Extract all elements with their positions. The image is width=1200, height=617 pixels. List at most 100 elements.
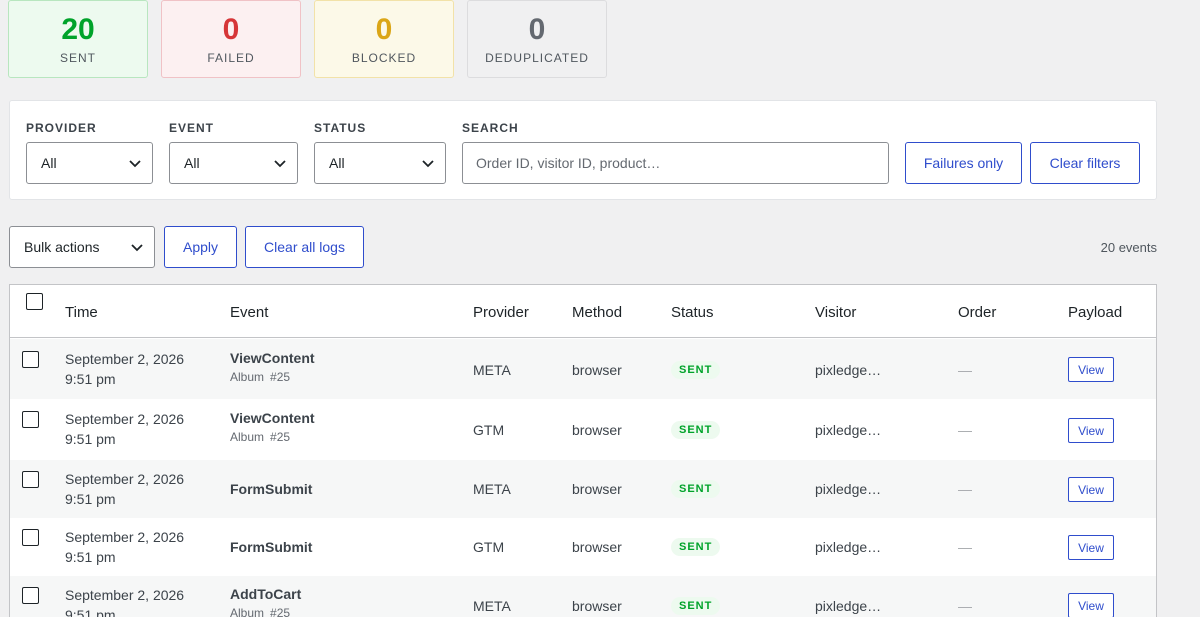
- row-order: —: [958, 539, 972, 555]
- row-checkbox[interactable]: [22, 411, 39, 428]
- table-row[interactable]: September 2, 2026 9:51 pm FormSubmit MET…: [10, 460, 1156, 518]
- event-select-value: All: [184, 155, 200, 171]
- stat-blocked-label: BLOCKED: [351, 51, 417, 65]
- event-object: Album: [230, 430, 265, 444]
- stat-sent-label: SENT: [59, 51, 96, 65]
- event-ref: #25: [270, 430, 291, 444]
- event-filter: EVENT All: [169, 121, 298, 184]
- row-checkbox[interactable]: [22, 529, 39, 546]
- row-visitor: pixledge…: [815, 481, 882, 497]
- row-checkbox[interactable]: [22, 351, 39, 368]
- row-checkbox[interactable]: [22, 587, 39, 604]
- stat-card-deduplicated[interactable]: 0 DEDUPLICATED: [467, 0, 607, 78]
- row-visitor: pixledge…: [815, 598, 882, 614]
- event-name: FormSubmit: [230, 481, 313, 497]
- event-log-page: 20 SENT 0 FAILED 0 BLOCKED 0 DEDUPLICATE…: [0, 0, 1200, 617]
- row-event: FormSubmit: [230, 481, 312, 497]
- row-date: September 2, 2026: [65, 471, 185, 487]
- row-provider: GTM: [473, 422, 505, 438]
- table-row[interactable]: September 2, 2026 9:51 pm ViewContent Al…: [10, 400, 1156, 459]
- event-subject: Album #25: [230, 430, 315, 444]
- clear-filters-button[interactable]: Clear filters: [1030, 142, 1140, 184]
- stat-deduplicated-value: 0: [528, 13, 546, 46]
- row-event: FormSubmit: [230, 539, 312, 555]
- col-visitor[interactable]: Visitor: [815, 304, 856, 321]
- row-date: September 2, 2026: [65, 351, 185, 367]
- row-time: September 2, 2026 9:51 pm: [65, 585, 184, 617]
- event-subject: Album #25: [230, 606, 301, 617]
- view-payload-button[interactable]: View: [1068, 418, 1114, 443]
- stat-blocked-value: 0: [375, 13, 393, 46]
- row-clock: 9:51 pm: [65, 431, 116, 447]
- col-method[interactable]: Method: [572, 304, 622, 321]
- chevron-down-icon: [131, 244, 143, 252]
- failures-only-button[interactable]: Failures only: [905, 142, 1022, 184]
- col-status[interactable]: Status: [671, 304, 714, 321]
- events-table: Time Event Provider Method Status Visito…: [9, 284, 1157, 617]
- bulk-actions-select[interactable]: Bulk actions: [9, 226, 155, 268]
- row-status: SENT: [671, 360, 721, 379]
- event-select[interactable]: All: [169, 142, 298, 184]
- stats-bar: 20 SENT 0 FAILED 0 BLOCKED 0 DEDUPLICATE…: [8, 0, 607, 78]
- table-row[interactable]: September 2, 2026 9:51 pm FormSubmit GTM…: [10, 519, 1156, 575]
- view-payload-button[interactable]: View: [1068, 357, 1114, 382]
- event-subject: Album #25: [230, 370, 315, 384]
- chevron-down-icon: [422, 160, 434, 168]
- search-input[interactable]: [462, 142, 889, 184]
- status-badge: SENT: [671, 480, 721, 498]
- row-provider: GTM: [473, 539, 505, 555]
- row-date: September 2, 2026: [65, 529, 185, 545]
- col-payload[interactable]: Payload: [1068, 304, 1122, 321]
- bulk-actions-value: Bulk actions: [24, 239, 100, 255]
- row-clock: 9:51 pm: [65, 549, 116, 565]
- status-filter: STATUS All: [314, 121, 446, 184]
- event-object: Album: [230, 606, 265, 617]
- apply-button[interactable]: Apply: [164, 226, 237, 268]
- event-count: 20 events: [1100, 240, 1157, 255]
- row-order: —: [958, 362, 972, 378]
- row-clock: 9:51 pm: [65, 607, 116, 617]
- col-order[interactable]: Order: [958, 304, 996, 321]
- row-order: —: [958, 481, 972, 497]
- row-event: ViewContent Album #25: [230, 350, 315, 384]
- row-provider: META: [473, 598, 511, 614]
- status-badge: SENT: [671, 538, 721, 556]
- row-status: SENT: [671, 420, 721, 439]
- provider-filter: PROVIDER All: [26, 121, 153, 184]
- stat-card-blocked[interactable]: 0 BLOCKED: [314, 0, 454, 78]
- row-status: SENT: [671, 596, 721, 615]
- table-header: Time Event Provider Method Status Visito…: [10, 285, 1156, 338]
- filter-panel: PROVIDER All EVENT All STATUS All SEARCH…: [9, 100, 1157, 200]
- select-all-checkbox[interactable]: [26, 293, 43, 310]
- row-checkbox[interactable]: [22, 471, 39, 488]
- row-time: September 2, 2026 9:51 pm: [65, 527, 184, 567]
- col-time[interactable]: Time: [65, 304, 98, 321]
- stat-failed-label: FAILED: [207, 51, 255, 65]
- provider-filter-label: PROVIDER: [26, 121, 97, 135]
- row-method: browser: [572, 539, 622, 555]
- event-name: FormSubmit: [230, 539, 313, 555]
- col-event[interactable]: Event: [230, 304, 268, 321]
- event-name: ViewContent: [230, 350, 315, 366]
- clear-all-logs-button[interactable]: Clear all logs: [245, 226, 364, 268]
- view-payload-button[interactable]: View: [1068, 535, 1114, 560]
- search-filter: SEARCH: [462, 121, 889, 184]
- col-provider[interactable]: Provider: [473, 304, 529, 321]
- event-name: AddToCart: [230, 586, 302, 602]
- provider-select[interactable]: All: [26, 142, 153, 184]
- row-visitor: pixledge…: [815, 539, 882, 555]
- table-row[interactable]: September 2, 2026 9:51 pm AddToCart Albu…: [10, 576, 1156, 617]
- row-status: SENT: [671, 537, 721, 556]
- view-payload-button[interactable]: View: [1068, 593, 1114, 617]
- stat-card-failed[interactable]: 0 FAILED: [161, 0, 301, 78]
- row-status: SENT: [671, 479, 721, 498]
- view-payload-button[interactable]: View: [1068, 477, 1114, 502]
- chevron-down-icon: [129, 160, 141, 168]
- row-method: browser: [572, 598, 622, 614]
- provider-select-value: All: [41, 155, 57, 171]
- table-row[interactable]: September 2, 2026 9:51 pm ViewContent Al…: [10, 339, 1156, 399]
- row-date: September 2, 2026: [65, 411, 185, 427]
- status-select[interactable]: All: [314, 142, 446, 184]
- row-order: —: [958, 422, 972, 438]
- stat-card-sent[interactable]: 20 SENT: [8, 0, 148, 78]
